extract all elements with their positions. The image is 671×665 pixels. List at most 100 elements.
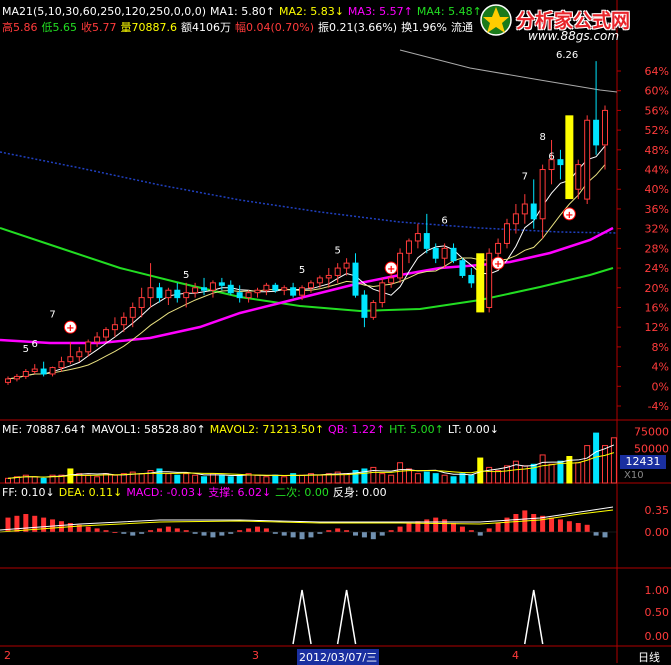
signal-spike <box>336 589 357 645</box>
macd-bar <box>210 532 216 538</box>
macd_header-item: MACD: -0.03↓ <box>126 486 205 499</box>
candle-body <box>361 294 368 318</box>
candle-body <box>584 119 591 200</box>
candle-body <box>120 316 127 326</box>
macd-bar <box>290 532 296 538</box>
price-axis-label: 48% <box>645 144 669 157</box>
candle-body <box>414 233 421 242</box>
price-axis-label: 60% <box>645 85 669 98</box>
candle-body <box>218 282 225 286</box>
header2-item: 低5.65 <box>41 21 78 34</box>
ma3-magenta <box>0 226 614 345</box>
candle-body <box>263 284 270 291</box>
macd-bar <box>130 532 136 536</box>
macd-bar <box>468 530 474 532</box>
candle-body <box>103 329 110 338</box>
price-axis-label: 16% <box>645 301 669 314</box>
volume-bar <box>450 476 457 484</box>
macd-bar <box>335 528 341 532</box>
volume-bar <box>183 473 190 484</box>
macd-bar <box>433 517 439 532</box>
candle-body <box>245 292 252 299</box>
price-axis-label: 44% <box>645 164 669 177</box>
candle-body <box>423 233 430 249</box>
macd-bar <box>513 514 519 532</box>
candle-body <box>40 368 47 375</box>
volume-bar <box>397 462 404 484</box>
price-axis-label: 52% <box>645 124 669 137</box>
volume-bar <box>432 473 439 484</box>
macd-bar <box>228 532 234 534</box>
candle-body <box>575 164 582 190</box>
candle-body <box>495 242 502 254</box>
quote-summary-header: 高5.86 低5.65 收5.77 量70887.6 额4106万 幅0.04(0.70%… <box>2 20 477 36</box>
count-label: 6 <box>548 152 554 163</box>
volume-bar <box>31 476 38 484</box>
volume-bar <box>441 474 448 484</box>
buy-marker-plus: + <box>387 264 395 275</box>
vol_header-item: LT: 0.00↓ <box>447 423 499 436</box>
volume-bar <box>156 468 163 484</box>
ma4-green <box>0 227 614 313</box>
dif-line <box>0 506 614 531</box>
candle-body <box>593 119 600 146</box>
candle-body <box>49 367 56 375</box>
macd-bar <box>388 530 394 532</box>
candle-body <box>450 247 457 262</box>
volume-bar <box>602 445 608 484</box>
macd-bar <box>254 526 260 532</box>
price-axis-label: 36% <box>645 203 669 216</box>
volume-axis-label: 75000 <box>634 426 669 439</box>
candle-body <box>379 282 386 304</box>
macd-bar <box>192 532 198 534</box>
price-axis-label: 40% <box>645 183 669 196</box>
candle-body <box>432 247 439 259</box>
candle-body <box>441 247 448 259</box>
macd-bar <box>344 530 350 532</box>
header1-item: MA1: 5.80↑ <box>210 5 275 18</box>
signal-axis-label: 1.00 <box>645 584 670 597</box>
price-axis-label: 56% <box>645 104 669 117</box>
candle-body <box>397 252 404 279</box>
candle-body <box>602 109 608 146</box>
macd-indicator-header: FF: 0.10↓ DEA: 0.11↓ MACD: -0.03↓ 支撑: 6.02↓… <box>2 485 391 501</box>
volume-bar <box>201 476 208 484</box>
count-label: 8 <box>539 132 545 143</box>
volume-bar <box>227 476 234 484</box>
header2-item: 量70887.6 <box>120 21 178 34</box>
count-label: 7 <box>522 171 528 182</box>
macd-bar <box>41 517 47 532</box>
watermark-url: www.88gs.com <box>528 29 620 43</box>
macd-axis-label: 0.35 <box>645 504 670 517</box>
header2-item: 换1.96% <box>401 21 448 34</box>
candle-body <box>343 262 350 269</box>
candle-body <box>76 351 83 358</box>
price-axis-label: 0% <box>652 380 669 393</box>
site-logo-icon <box>480 4 512 36</box>
volume-bar <box>414 473 421 484</box>
macd-bar <box>584 524 590 532</box>
candle-body <box>111 324 118 331</box>
buy-marker-plus: + <box>494 259 502 270</box>
price-axis-label: 20% <box>645 282 669 295</box>
macd-bar <box>575 523 581 532</box>
macd-bar <box>486 528 492 532</box>
site-watermark: 分析家公式网 www.88gs.com <box>478 2 668 46</box>
volume-bar <box>575 462 582 484</box>
macd-bar <box>308 532 314 538</box>
dea-line <box>0 509 614 533</box>
macd-bar <box>379 532 385 536</box>
macd-bar <box>593 532 599 536</box>
macd-bar <box>272 532 278 534</box>
candle-body <box>192 287 199 294</box>
candle-body <box>459 260 466 276</box>
macd-bar <box>174 528 180 532</box>
bottom-label-month-3: 3 <box>252 649 259 662</box>
volume-bar <box>94 476 101 484</box>
volume-bar <box>40 477 47 484</box>
candle-body <box>13 375 20 380</box>
signal-yellow-candle <box>476 253 485 313</box>
volume-bar <box>263 476 270 484</box>
count-label: 5 <box>23 344 29 355</box>
price-axis-label: 8% <box>652 341 669 354</box>
